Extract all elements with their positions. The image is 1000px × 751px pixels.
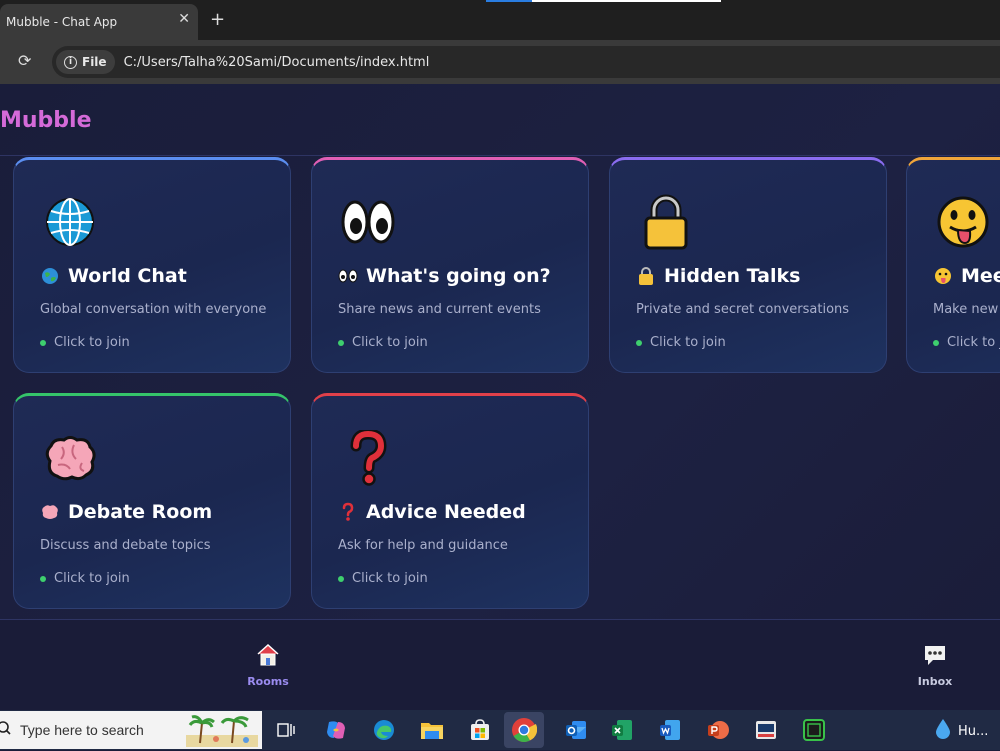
copilot-icon[interactable] bbox=[322, 716, 350, 744]
site-info-chip[interactable]: i File bbox=[56, 50, 115, 74]
room-title: Advice Needed bbox=[338, 501, 526, 523]
brain-small-icon bbox=[40, 502, 60, 522]
room-title: Debate Room bbox=[40, 501, 212, 523]
nav-inbox-label: Inbox bbox=[917, 675, 953, 688]
room-card-mee[interactable]: Mee Make new f Click to jo bbox=[906, 157, 1000, 373]
room-card-whats-going-on[interactable]: What's going on? Share news and current … bbox=[311, 157, 589, 373]
reload-icon[interactable]: ⟳ bbox=[18, 51, 31, 70]
taskbar-search[interactable]: Type here to search bbox=[0, 711, 262, 749]
microsoft-store-icon[interactable] bbox=[466, 716, 494, 744]
room-card-hidden-talks[interactable]: Hidden Talks Private and secret conversa… bbox=[609, 157, 887, 373]
search-placeholder: Type here to search bbox=[20, 722, 144, 738]
eyes-icon bbox=[338, 192, 398, 252]
powerpoint-icon[interactable] bbox=[704, 716, 732, 744]
online-dot bbox=[338, 575, 344, 582]
join-hint: Click to join bbox=[338, 571, 428, 586]
earth-small-icon bbox=[40, 266, 60, 286]
file-explorer-icon[interactable] bbox=[418, 716, 446, 744]
new-tab-icon[interactable]: + bbox=[210, 9, 225, 30]
excel-icon[interactable] bbox=[608, 716, 636, 744]
tray-label: Hu... bbox=[958, 723, 989, 739]
room-name: Advice Needed bbox=[366, 501, 526, 523]
question-small-icon bbox=[338, 502, 358, 522]
nav-inbox[interactable]: Inbox bbox=[905, 642, 965, 688]
room-title: World Chat bbox=[40, 265, 187, 287]
brain-icon bbox=[40, 428, 100, 488]
room-card-advice-needed[interactable]: Advice Needed Ask for help and guidance … bbox=[311, 393, 589, 609]
search-icon bbox=[0, 720, 12, 740]
task-view-icon[interactable] bbox=[272, 716, 300, 744]
omnibox[interactable]: i File C:/Users/Talha%20Sami/Documents/i… bbox=[52, 46, 1000, 78]
online-dot bbox=[40, 575, 46, 582]
join-label: Click to join bbox=[54, 571, 130, 586]
house-icon bbox=[255, 642, 281, 671]
edge-icon[interactable] bbox=[370, 716, 398, 744]
room-title: Mee bbox=[933, 265, 1000, 287]
top-progress-strip bbox=[486, 0, 721, 2]
room-name: Mee bbox=[961, 265, 1000, 287]
room-description: Private and secret conversations bbox=[636, 302, 850, 317]
room-name: World Chat bbox=[68, 265, 187, 287]
question-icon bbox=[338, 428, 398, 488]
dev-app-icon[interactable] bbox=[752, 716, 780, 744]
join-label: Click to join bbox=[352, 335, 428, 350]
app-header: Mubble bbox=[0, 84, 1000, 156]
outlook-icon[interactable] bbox=[562, 716, 590, 744]
weather-droplet-icon bbox=[934, 718, 952, 744]
url-text[interactable]: C:/Users/Talha%20Sami/Documents/index.ht… bbox=[124, 55, 430, 70]
browser-tab[interactable]: Mubble - Chat App ✕ bbox=[0, 4, 198, 40]
join-label: Click to jo bbox=[947, 335, 1000, 350]
join-hint: Click to join bbox=[40, 571, 130, 586]
file-chip-label: File bbox=[82, 55, 107, 69]
tongue-face-icon bbox=[933, 192, 993, 252]
palm-trees-illustration bbox=[186, 713, 258, 747]
lock-small-icon bbox=[636, 266, 656, 286]
room-description: Discuss and debate topics bbox=[40, 538, 211, 553]
online-dot bbox=[933, 339, 939, 346]
speech-bubble-icon bbox=[922, 642, 948, 671]
join-hint: Click to join bbox=[40, 335, 130, 350]
address-bar: ⟳ i File C:/Users/Talha%20Sami/Documents… bbox=[0, 40, 1000, 84]
system-tray[interactable]: Hu... bbox=[934, 718, 988, 744]
room-title: Hidden Talks bbox=[636, 265, 800, 287]
room-description: Global conversation with everyone bbox=[40, 302, 267, 317]
room-description: Make new f bbox=[933, 302, 1000, 317]
online-dot bbox=[40, 339, 46, 346]
join-label: Click to join bbox=[352, 571, 428, 586]
online-dot bbox=[338, 339, 344, 346]
terminal-icon[interactable] bbox=[800, 716, 828, 744]
join-hint: Click to join bbox=[338, 335, 428, 350]
word-icon[interactable] bbox=[656, 716, 684, 744]
close-tab-icon[interactable]: ✕ bbox=[178, 11, 190, 27]
info-icon: i bbox=[64, 55, 77, 69]
join-label: Click to join bbox=[54, 335, 130, 350]
join-hint: Click to join bbox=[636, 335, 726, 350]
room-description: Ask for help and guidance bbox=[338, 538, 508, 553]
lock-icon bbox=[636, 192, 696, 252]
app-root: Mubble World Chat Global conversation wi… bbox=[0, 84, 1000, 710]
room-title: What's going on? bbox=[338, 265, 551, 287]
nav-rooms-label: Rooms bbox=[247, 675, 289, 688]
tongue-face-small-icon bbox=[933, 266, 953, 286]
room-name: Hidden Talks bbox=[664, 265, 801, 287]
browser-tab-bar: Mubble - Chat App ✕ + bbox=[0, 0, 1000, 40]
chrome-icon[interactable] bbox=[504, 712, 544, 748]
room-name: Debate Room bbox=[68, 501, 213, 523]
room-card-world-chat[interactable]: World Chat Global conversation with ever… bbox=[13, 157, 291, 373]
room-description: Share news and current events bbox=[338, 302, 541, 317]
brand-logo-text: Mubble bbox=[0, 108, 92, 133]
online-dot bbox=[636, 339, 642, 346]
join-hint: Click to jo bbox=[933, 335, 1000, 350]
nav-rooms[interactable]: Rooms bbox=[238, 642, 298, 688]
join-label: Click to join bbox=[650, 335, 726, 350]
room-card-debate-room[interactable]: Debate Room Discuss and debate topics Cl… bbox=[13, 393, 291, 609]
globe-icon bbox=[40, 192, 100, 252]
eyes-small-icon bbox=[338, 266, 358, 286]
bottom-nav: Rooms Inbox bbox=[0, 619, 1000, 710]
room-name: What's going on? bbox=[366, 265, 551, 287]
tab-title: Mubble - Chat App bbox=[6, 15, 118, 29]
os-taskbar: Type here to search Hu... bbox=[0, 710, 1000, 750]
